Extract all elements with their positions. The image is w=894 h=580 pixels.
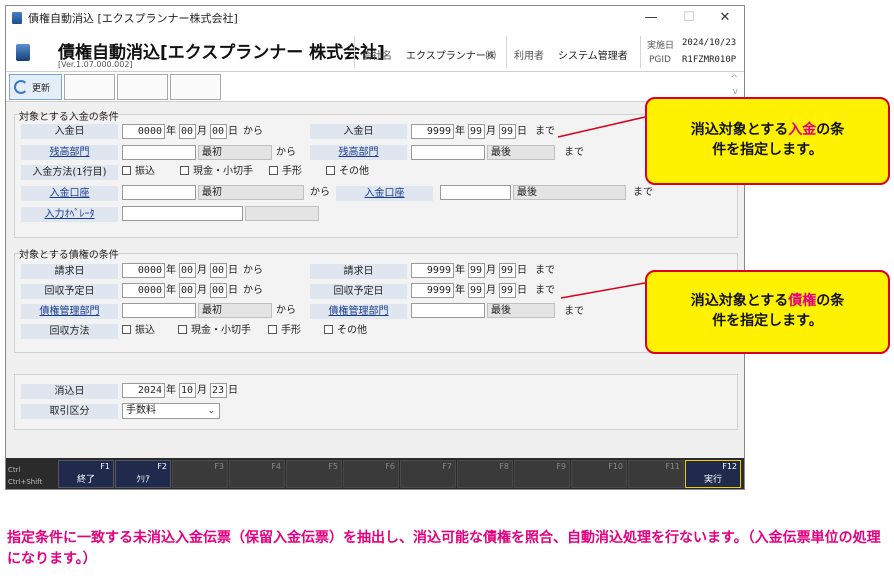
description-note: 指定条件に一致する未消込入金伝票（保留入金伝票）を抽出し、消込可能な債権を照合、… <box>7 530 881 567</box>
receipt-callout: 消込対象とする入金の条 件を指定します。 <box>645 97 890 185</box>
callout-arrow-2 <box>560 282 646 299</box>
callout-arrow-1 <box>557 116 646 138</box>
claim-callout: 消込対象とする債権の条 件を指定します。 <box>645 270 890 354</box>
